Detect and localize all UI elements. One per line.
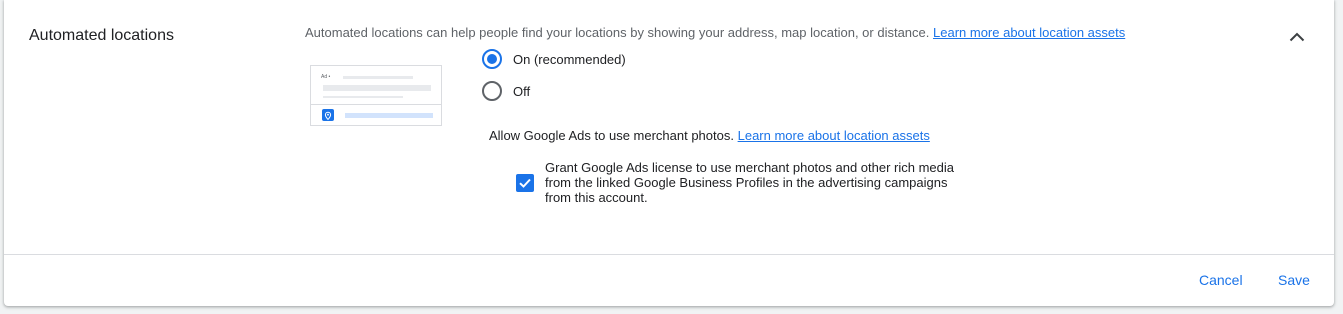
radio-label-off: Off <box>513 83 531 99</box>
cancel-button[interactable]: Cancel <box>1199 272 1243 288</box>
preview-divider <box>311 104 441 105</box>
learn-more-location-assets-link[interactable]: Learn more about location assets <box>933 25 1125 40</box>
radio-option-on[interactable]: On (recommended) <box>482 49 626 69</box>
preview-line <box>323 85 431 91</box>
section-title: Automated locations <box>29 27 174 44</box>
preview-line <box>343 76 413 79</box>
chevron-up-icon <box>1289 32 1305 42</box>
location-pin-icon <box>322 109 334 121</box>
checkmark-icon <box>519 178 531 188</box>
radio-label-on: On (recommended) <box>513 51 626 67</box>
preview-line <box>323 96 403 98</box>
merchant-learn-more-link[interactable]: Learn more about location assets <box>738 128 930 143</box>
section-description: Automated locations can help people find… <box>305 25 1125 40</box>
automated-locations-card: Automated locations Automated locations … <box>4 0 1334 306</box>
merchant-photos-text: Allow Google Ads to use merchant photos.… <box>489 128 930 143</box>
preview-line <box>345 113 433 118</box>
ad-preview-image: Ad • <box>310 65 442 126</box>
collapse-button[interactable] <box>1284 26 1310 48</box>
footer-divider <box>4 254 1334 255</box>
ad-label: Ad • <box>321 74 331 80</box>
radio-button-on[interactable] <box>482 49 502 69</box>
save-button[interactable]: Save <box>1278 272 1310 288</box>
merchant-license-checkbox[interactable] <box>516 174 534 192</box>
radio-button-off[interactable] <box>482 81 502 101</box>
radio-option-off[interactable]: Off <box>482 81 530 101</box>
description-text: Automated locations can help people find… <box>305 25 930 40</box>
merchant-license-label: Grant Google Ads license to use merchant… <box>545 160 955 205</box>
merchant-text: Allow Google Ads to use merchant photos. <box>489 128 734 143</box>
